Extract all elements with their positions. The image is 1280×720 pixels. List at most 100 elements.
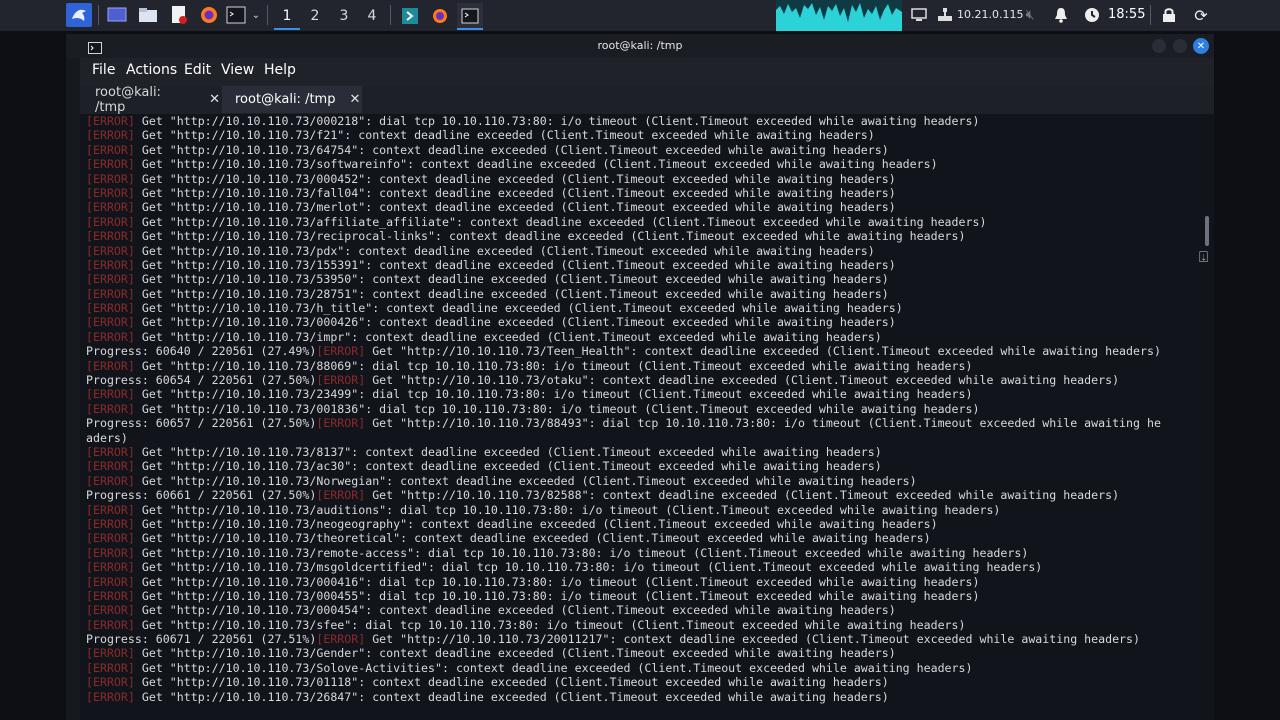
power-icon[interactable] xyxy=(1083,3,1101,27)
line-message: Get "http://10.10.110.73/88069": dial tc… xyxy=(134,358,973,373)
terminal-line: [ERROR] Get "http://10.10.110.73/88069":… xyxy=(86,359,1204,373)
desktop-icon[interactable] xyxy=(105,3,129,27)
refresh-icon[interactable]: ⟳ xyxy=(1192,3,1210,27)
line-message: Get "http://10.10.110.73/53950": context… xyxy=(134,272,889,287)
lock-icon[interactable] xyxy=(1160,3,1178,27)
tab-bar: root@kali: /tmp ✕ root@kali: /tmp ✕ xyxy=(80,84,1214,115)
terminal-line: [ERROR] Get "http://10.10.110.73/53950":… xyxy=(86,272,1204,286)
line-message: Get "http://10.10.110.73/000426": contex… xyxy=(134,315,896,330)
progress-text: Progress: 60657 / 220561 (27.50%) xyxy=(86,416,317,431)
error-tag: [ERROR] xyxy=(86,229,135,244)
error-tag: [ERROR] xyxy=(86,272,135,287)
clock[interactable]: 18:55 xyxy=(1108,7,1145,22)
line-message: Get "http://10.10.110.73/otaku": context… xyxy=(365,373,1120,388)
workspace-4[interactable]: 4 xyxy=(359,3,385,28)
close-icon[interactable]: ✕ xyxy=(1193,38,1209,54)
display-icon[interactable] xyxy=(910,3,928,27)
terminal-line: [ERROR] Get "http://10.10.110.73/000454"… xyxy=(86,603,1204,617)
line-message: Get "http://10.10.110.73/reciprocal-link… xyxy=(134,229,966,244)
menu-edit[interactable]: Edit xyxy=(184,62,211,78)
terminal-line: [ERROR] Get "http://10.10.110.73/theoret… xyxy=(86,531,1204,545)
text-editor-icon[interactable] xyxy=(167,3,191,27)
terminal-line: [ERROR] Get "http://10.10.110.73/64754":… xyxy=(86,143,1204,157)
terminal-line: [ERROR] Get "http://10.10.110.73/auditio… xyxy=(86,503,1204,517)
terminal-line: Progress: 60657 / 220561 (27.50%)[ERROR]… xyxy=(86,416,1204,430)
line-message: Get "http://10.10.110.73/01118": context… xyxy=(134,675,889,690)
terminal-line: [ERROR] Get "http://10.10.110.73/merlot"… xyxy=(86,200,1204,214)
tab-label: root@kali: /tmp xyxy=(95,84,161,115)
ip-address: 10.21.0.115 xyxy=(957,8,1024,21)
line-message: Get "http://10.10.110.73/001836": dial t… xyxy=(134,401,980,416)
terminal-icon[interactable] xyxy=(225,3,247,27)
maximize-button[interactable] xyxy=(1173,39,1187,53)
network-icon[interactable] xyxy=(936,3,954,27)
line-message: aders) xyxy=(86,430,128,445)
title-bar[interactable]: root@kali: /tmp ✕ xyxy=(66,34,1214,58)
tab-2[interactable]: root@kali: /tmp ✕ xyxy=(222,86,362,113)
terminal-line: [ERROR] Get "http://10.10.110.73/remote-… xyxy=(86,546,1204,560)
panel-separator xyxy=(1150,5,1151,25)
mouse-cursor: ⍗ xyxy=(1199,248,1209,266)
chevron-down-icon[interactable]: ⌄ xyxy=(249,3,263,27)
menu-file[interactable]: File xyxy=(92,62,115,78)
firefox-icon[interactable] xyxy=(197,3,221,27)
error-tag: [ERROR] xyxy=(86,286,135,301)
tab-label: root@kali: /tmp xyxy=(235,92,336,107)
terminal-line: [ERROR] Get "http://10.10.110.73/000455"… xyxy=(86,589,1204,603)
terminal-line: [ERROR] Get "http://10.10.110.73/000218"… xyxy=(86,114,1204,128)
error-tag: [ERROR] xyxy=(86,574,135,589)
line-message: Get "http://10.10.110.73/000416": dial t… xyxy=(134,574,980,589)
firefox-task-icon[interactable] xyxy=(427,3,453,28)
line-message: Get "http://10.10.110.73/auditions": dia… xyxy=(134,502,1001,517)
workspace-3[interactable]: 3 xyxy=(331,3,357,28)
terminal-task-icon[interactable] xyxy=(457,3,483,30)
minimize-button[interactable] xyxy=(1152,39,1166,53)
line-message: Get "http://10.10.110.73/remote-access":… xyxy=(134,545,1029,560)
workspace-2[interactable]: 2 xyxy=(302,3,328,28)
error-tag: [ERROR] xyxy=(86,531,135,546)
tab-1[interactable]: root@kali: /tmp ✕ xyxy=(80,84,220,115)
line-message: Get "http://10.10.110.73/23499": dial tc… xyxy=(134,387,973,402)
menu-actions[interactable]: Actions xyxy=(126,62,177,78)
line-message: Get "http://10.10.110.73/h_title": conte… xyxy=(134,301,903,316)
tab-close-icon[interactable]: ✕ xyxy=(349,92,360,107)
line-message: Get "http://10.10.110.73/82588": context… xyxy=(365,488,1120,503)
error-tag: [ERROR] xyxy=(86,560,135,575)
error-tag: [ERROR] xyxy=(86,516,135,531)
line-message: Get "http://10.10.110.73/f21": context d… xyxy=(134,128,875,143)
error-tag: [ERROR] xyxy=(86,387,135,402)
line-message: Get "http://10.10.110.73/Norwegian": con… xyxy=(134,473,917,488)
progress-text: Progress: 60671 / 220561 (27.51%) xyxy=(86,632,317,647)
terminal-line: [ERROR] Get "http://10.10.110.73/ac30": … xyxy=(86,459,1204,473)
error-tag: [ERROR] xyxy=(86,157,135,172)
tab-close-icon[interactable]: ✕ xyxy=(209,92,220,107)
line-message: Get "http://10.10.110.73/impr": context … xyxy=(134,329,882,344)
error-tag: [ERROR] xyxy=(86,214,135,229)
mute-icon[interactable]: 🔇︎ xyxy=(1021,3,1039,27)
error-tag: [ERROR] xyxy=(86,329,135,344)
menu-view[interactable]: View xyxy=(221,62,254,78)
menu-help[interactable]: Help xyxy=(264,62,296,78)
error-tag: [ERROR] xyxy=(86,171,135,186)
error-tag: [ERROR] xyxy=(86,545,135,560)
terminal-line: [ERROR] Get "http://10.10.110.73/Norwegi… xyxy=(86,474,1204,488)
terminal-line: [ERROR] Get "http://10.10.110.73/msgoldc… xyxy=(86,560,1204,574)
terminal-line: [ERROR] Get "http://10.10.110.73/000426"… xyxy=(86,315,1204,329)
error-tag: [ERROR] xyxy=(86,473,135,488)
kali-menu-icon[interactable] xyxy=(66,3,92,27)
terminal-line: [ERROR] Get "http://10.10.110.73/fall04"… xyxy=(86,186,1204,200)
error-tag: [ERROR] xyxy=(86,401,135,416)
scrollbar-thumb[interactable] xyxy=(1205,216,1209,246)
panel-separator xyxy=(98,5,99,25)
notification-icon[interactable] xyxy=(1052,3,1070,27)
error-tag: [ERROR] xyxy=(86,675,135,690)
line-message: Get "http://10.10.110.73/20011217": cont… xyxy=(365,632,1141,647)
terminal-output[interactable]: [ERROR] Get "http://10.10.110.73/000218"… xyxy=(86,114,1204,714)
file-manager-icon[interactable] xyxy=(136,3,160,27)
line-message: Get "http://10.10.110.73/affiliate_affil… xyxy=(134,214,987,229)
line-message: Get "http://10.10.110.73/8137": context … xyxy=(134,444,882,459)
terminal-line: [ERROR] Get "http://10.10.110.73/000416"… xyxy=(86,575,1204,589)
workspace-1[interactable]: 1 xyxy=(274,3,300,30)
power-shell-icon[interactable] xyxy=(397,3,423,28)
line-message: Get "http://10.10.110.73/msgoldcertified… xyxy=(134,560,1043,575)
